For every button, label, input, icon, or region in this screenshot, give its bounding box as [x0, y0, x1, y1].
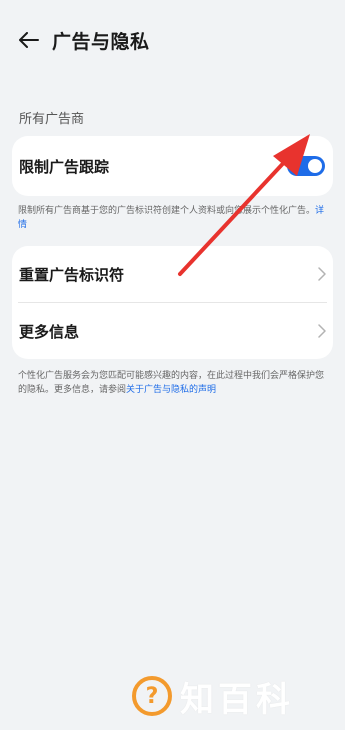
chevron-right-icon — [317, 324, 327, 338]
list-item-more-info[interactable]: 更多信息 — [12, 303, 333, 359]
list-item-reset-ad-id[interactable]: 重置广告标识符 — [12, 246, 333, 302]
status-bar — [0, 0, 345, 20]
limit-tracking-label: 限制广告跟踪 — [19, 157, 110, 176]
watermark-text: 知百科 — [180, 679, 294, 720]
limit-tracking-note: 限制所有广告商基于您的广告标识符创建个人资料或向您展示个性化广告。详情 — [18, 204, 327, 232]
reset-ad-id-label: 重置广告标识符 — [19, 265, 125, 284]
chevron-right-icon — [317, 267, 327, 281]
footer-note: 个性化广告服务会为您匹配可能感兴趣的内容，在此过程中我们会严格保护您的隐私。更多… — [18, 369, 327, 397]
toggle-knob — [308, 159, 322, 173]
watermark: ? 知百科 — [132, 676, 294, 720]
header: 广告与隐私 — [0, 20, 345, 60]
section-label: 所有广告商 — [19, 112, 85, 127]
page-title: 广告与隐私 — [52, 30, 150, 53]
options-card: 重置广告标识符 更多信息 — [12, 246, 333, 359]
more-info-label: 更多信息 — [19, 322, 80, 341]
note-text: 限制所有广告商基于您的广告标识符创建个人资料或向您展示个性化广告。 — [18, 206, 316, 216]
arrow-left-icon[interactable] — [18, 29, 40, 51]
question-logo-icon: ? — [132, 676, 172, 716]
privacy-statement-link[interactable]: 关于广告与隐私的声明 — [126, 385, 216, 395]
limit-tracking-card: 限制广告跟踪 — [12, 136, 333, 196]
limit-tracking-toggle[interactable] — [287, 156, 325, 176]
